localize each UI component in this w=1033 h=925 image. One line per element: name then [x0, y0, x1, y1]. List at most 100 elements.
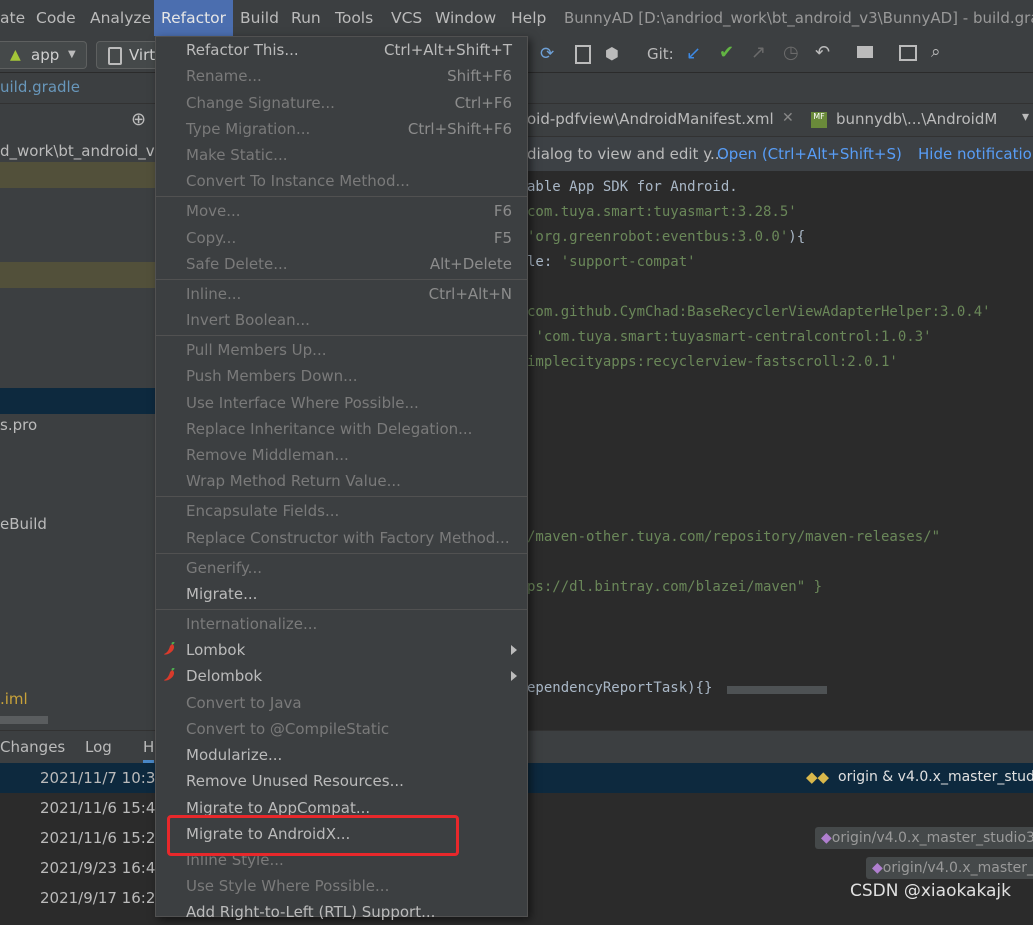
menu-analyze[interactable]: Analyze	[90, 9, 151, 27]
watermark: CSDN @xiaokakajk	[850, 881, 1011, 901]
menu-separator	[156, 279, 527, 280]
tab-manifest[interactable]: oid-pdfview\AndroidManifest.xml ✕	[527, 104, 801, 136]
menu-item-wrap-method-return[interactable]: Wrap Method Return Value...	[156, 468, 527, 494]
device-manager-icon[interactable]	[575, 45, 591, 64]
sdk-manager-icon[interactable]: ⬢	[605, 44, 619, 63]
menu-item-refactor-this[interactable]: Refactor This... Ctrl+Alt+Shift+T	[156, 37, 527, 63]
android-icon: ▲	[10, 47, 21, 63]
project-structure-icon[interactable]	[857, 46, 873, 58]
code-line: com.github.CymChad:BaseRecyclerViewAdapt…	[527, 304, 991, 320]
sync-icon[interactable]: ⟳	[540, 44, 554, 64]
menu-item-push-members-down[interactable]: Push Members Down...	[156, 363, 527, 389]
menu-item-make-static[interactable]: Make Static...	[156, 142, 527, 168]
git-update-icon[interactable]: ↙	[686, 43, 701, 64]
code-editor[interactable]: able App SDK for Android. com.tuya.smart…	[527, 171, 1033, 730]
code-line: implecityapps:recyclerview-fastscroll:2.…	[527, 354, 898, 370]
hide-notification-link[interactable]: Hide notification	[918, 145, 1033, 163]
menu-item-use-style[interactable]: Use Style Where Possible...	[156, 873, 527, 899]
menu-item-convert-to-java[interactable]: Convert to Java	[156, 690, 527, 716]
tab-history[interactable]: H	[143, 738, 155, 763]
menu-vcs[interactable]: VCS	[391, 9, 422, 27]
menu-item-rename[interactable]: Rename... Shift+F6	[156, 63, 527, 89]
selected-row[interactable]	[0, 388, 155, 414]
horizontal-scrollbar[interactable]	[0, 716, 48, 724]
menu-item-inline[interactable]: Inline... Ctrl+Alt+N	[156, 281, 527, 307]
code-line: 'com.tuya.smart:tuyasmart-centralcontrol…	[535, 329, 932, 345]
git-commit-icon[interactable]: ✔	[719, 42, 734, 63]
tab-log[interactable]: Log	[85, 738, 112, 756]
highlight-row[interactable]	[0, 162, 155, 188]
submenu-arrow-icon	[511, 645, 517, 655]
run-config-combo[interactable]: ▲ app ▼	[0, 41, 87, 69]
code-line: able App SDK for Android.	[527, 179, 738, 195]
rollback-icon[interactable]: ↶	[815, 42, 830, 63]
git-label: Git:	[647, 45, 674, 63]
menu-item-invert-boolean[interactable]: Invert Boolean...	[156, 307, 527, 333]
menu-window[interactable]: Window	[435, 9, 496, 27]
menu-item-pull-members-up[interactable]: Pull Members Up...	[156, 337, 527, 363]
menu-create[interactable]: ate	[0, 9, 25, 27]
menu-item-replace-constructor[interactable]: Replace Constructor with Factory Method.…	[156, 525, 527, 551]
menu-item-migrate[interactable]: Migrate...	[156, 581, 527, 607]
menu-item-remove-unused-resources[interactable]: Remove Unused Resources...	[156, 768, 527, 794]
menu-item-change-signature[interactable]: Change Signature... Ctrl+F6	[156, 90, 527, 116]
open-project-structure-link[interactable]: Open (Ctrl+Alt+Shift+S)	[717, 145, 902, 163]
menu-separator	[156, 335, 527, 336]
menu-build[interactable]: Build	[240, 9, 279, 27]
menu-help[interactable]: Help	[511, 9, 546, 27]
tree-item[interactable]: eBuild	[0, 515, 47, 533]
tab-bunnydb-manifest[interactable]: MF bunnydb\...\AndroidM	[811, 104, 1033, 136]
menu-item-copy[interactable]: Copy... F5	[156, 225, 527, 251]
git-push-icon[interactable]: ↗	[751, 42, 766, 63]
menu-item-internationalize[interactable]: Internationalize...	[156, 611, 527, 637]
refactor-menu: Refactor This... Ctrl+Alt+Shift+T Rename.…	[155, 36, 528, 921]
menu-item-type-migration[interactable]: Type Migration... Ctrl+Shift+F6	[156, 116, 527, 142]
menu-item-delombok[interactable]: Delombok	[156, 663, 527, 689]
chevron-down-icon[interactable]: ▾	[1022, 109, 1030, 125]
tree-item[interactable]: s.pro	[0, 416, 37, 434]
branch-label: origin & v4.0.x_master_studio	[838, 769, 1033, 785]
menu-item-generify[interactable]: Generify...	[156, 555, 527, 581]
close-icon[interactable]: ✕	[782, 110, 794, 126]
menu-item-move[interactable]: Move... F6	[156, 198, 527, 224]
menu-separator	[156, 553, 527, 554]
tree-item[interactable]: .iml	[0, 690, 28, 708]
menu-item-modularize[interactable]: Modularize...	[156, 742, 527, 768]
breadcrumb-file[interactable]: uild.gradle	[0, 78, 80, 96]
history-icon[interactable]: ◷	[783, 42, 799, 63]
menu-separator	[156, 609, 527, 610]
menu-tools[interactable]: Tools	[335, 9, 373, 27]
code-line: le: 'support-compat'	[527, 254, 696, 270]
annotation-highlight-box	[167, 815, 459, 856]
device-icon	[108, 47, 122, 65]
menu-item-safe-delete[interactable]: Safe Delete... Alt+Delete	[156, 251, 527, 277]
code-line: 'org.greenrobot:eventbus:3.0.0'){	[527, 229, 806, 245]
menu-refactor[interactable]: Refactor	[154, 0, 234, 36]
manifest-file-icon: MF	[811, 112, 827, 128]
menu-item-encapsulate-fields[interactable]: Encapsulate Fields...	[156, 498, 527, 524]
tag-icon: ◆	[872, 860, 883, 876]
menu-item-convert-to-compilestatic[interactable]: Convert to @CompileStatic	[156, 716, 527, 742]
layout-icon[interactable]	[899, 45, 917, 61]
highlight-row[interactable]	[0, 262, 155, 288]
menu-item-convert-to-instance-method[interactable]: Convert To Instance Method...	[156, 168, 527, 194]
locate-icon[interactable]: ⊕	[131, 109, 146, 130]
menu-run[interactable]: Run	[291, 9, 321, 27]
menu-item-lombok[interactable]: Lombok	[156, 637, 527, 663]
menu-separator	[156, 196, 527, 197]
notification-bar: dialog to view and edit y... Open (Ctrl+…	[527, 137, 1033, 171]
code-line: ependencyReportTask){}	[527, 680, 713, 696]
project-panel: ⊕ d_work\bt_android_v s.pro eBuild .iml	[0, 104, 155, 730]
search-icon[interactable]: ⌕	[931, 42, 941, 62]
menu-item-replace-inheritance[interactable]: Replace Inheritance with Delegation...	[156, 416, 527, 442]
menu-item-use-interface[interactable]: Use Interface Where Possible...	[156, 390, 527, 416]
submenu-arrow-icon	[511, 671, 517, 681]
tab-changes[interactable]: Changes	[0, 738, 65, 756]
menu-separator	[156, 496, 527, 497]
lombok-pepper-icon	[164, 668, 175, 681]
window-title: BunnyAD [D:\andriod_work\bt_android_v3\B…	[564, 9, 1033, 27]
menu-item-add-rtl-support[interactable]: Add Right-to-Left (RTL) Support...	[156, 899, 527, 925]
horizontal-scrollbar[interactable]	[727, 686, 827, 694]
menu-item-remove-middleman[interactable]: Remove Middleman...	[156, 442, 527, 468]
menu-code[interactable]: Code	[36, 9, 76, 27]
